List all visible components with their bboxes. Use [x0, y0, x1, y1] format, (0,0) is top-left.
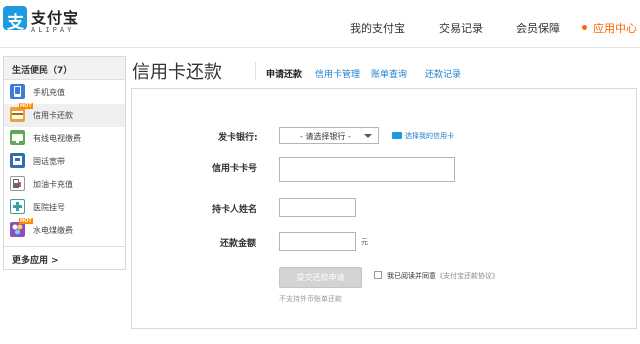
foreign-currency-note: 不支持外币账单还款 — [279, 295, 342, 303]
sidebar-item-label: 医院挂号 — [33, 203, 65, 212]
sidebar-item-label: 信用卡还款 — [33, 111, 73, 120]
sidebar-item-cable-tv[interactable]: 有线电视缴费 — [4, 127, 125, 150]
logo-text: 支付宝 — [31, 9, 80, 27]
submit-repayment-button[interactable]: 提交还款申请 — [279, 267, 362, 288]
tab-card-management[interactable]: 信用卡管理 — [315, 67, 360, 80]
sidebar-item-hospital[interactable]: 医院挂号 — [4, 196, 125, 219]
hot-badge: HOT — [19, 103, 33, 109]
sidebar-item-label: 固话宽带 — [33, 157, 65, 166]
sidebar-item-label: 有线电视缴费 — [33, 134, 81, 143]
repayment-form-panel — [131, 88, 637, 329]
hospital-icon — [10, 199, 25, 214]
more-apps-link[interactable]: 更多应用 > — [4, 246, 125, 269]
sidebar-item-credit-card[interactable]: HOT 信用卡还款 — [4, 103, 125, 127]
nav-transactions[interactable]: 交易记录 — [439, 20, 483, 36]
alipay-logo[interactable]: 支 支付宝 ALIPAY — [3, 6, 83, 40]
page-title: 信用卡还款 — [132, 62, 222, 83]
tab-apply-repayment[interactable]: 申请还款 — [266, 67, 302, 80]
holder-name-label: 持卡人姓名 — [212, 205, 258, 215]
landline-icon — [10, 153, 25, 168]
agree-label: 我已阅读并同意 — [387, 272, 436, 280]
sidebar-item-label: 手机充值 — [33, 88, 65, 97]
sidebar-item-mobile-topup[interactable]: 手机充值 — [4, 81, 125, 104]
agreement-link[interactable]: 《支付宝还款协议》 — [436, 272, 499, 280]
amount-input[interactable] — [279, 232, 356, 251]
sidebar-item-utilities[interactable]: HOT 水电煤缴费 — [4, 218, 125, 242]
phone-icon — [10, 84, 25, 99]
card-number-input[interactable] — [279, 157, 455, 182]
header: 支 支付宝 ALIPAY 我的支付宝 交易记录 会员保障 应用中心 — [0, 0, 640, 48]
sidebar-item-label: 水电煤缴费 — [33, 226, 73, 235]
nav-my-alipay[interactable]: 我的支付宝 — [350, 20, 405, 36]
bank-label: 发卡银行: — [218, 133, 258, 143]
title-divider — [255, 62, 256, 80]
sidebar-item-landline[interactable]: 固话宽带 — [4, 150, 125, 173]
sidebar-title: 生活便民（7） — [4, 57, 125, 80]
hot-badge: HOT — [19, 218, 33, 224]
credit-card-icon — [10, 107, 25, 122]
active-dot-icon — [582, 25, 587, 30]
sidebar-item-fuel-card[interactable]: 加油卡充值 — [4, 173, 125, 196]
sidebar: 生活便民（7） 手机充值 HOT 信用卡还款 有线电视缴费 固话宽带 加油卡充值 — [3, 56, 126, 270]
holder-name-input[interactable] — [279, 198, 356, 217]
header-divider — [0, 47, 640, 48]
alipay-logo-icon: 支 — [3, 6, 27, 33]
select-my-card-link[interactable]: 选择我的信用卡 — [405, 131, 454, 141]
amount-label: 还款金额 — [220, 239, 257, 249]
agree-text: 我已阅读并同意《支付宝还款协议》 — [387, 271, 499, 281]
tab-bill-query[interactable]: 账单查询 — [371, 67, 407, 80]
tab-repayment-history[interactable]: 还款记录 — [425, 67, 461, 80]
card-number-label: 信用卡卡号 — [212, 164, 258, 174]
chevron-down-icon — [364, 134, 372, 138]
fuel-icon — [10, 176, 25, 191]
tv-icon — [10, 130, 25, 145]
agree-checkbox[interactable] — [374, 271, 382, 279]
logo-subtext: ALIPAY — [31, 26, 75, 34]
card-icon — [392, 132, 402, 139]
amount-unit: 元 — [361, 238, 368, 246]
utilities-icon — [10, 222, 25, 237]
nav-app-center[interactable]: 应用中心 — [593, 20, 637, 36]
sidebar-item-label: 加油卡充值 — [33, 180, 73, 189]
nav-member-protection[interactable]: 会员保障 — [516, 20, 560, 36]
